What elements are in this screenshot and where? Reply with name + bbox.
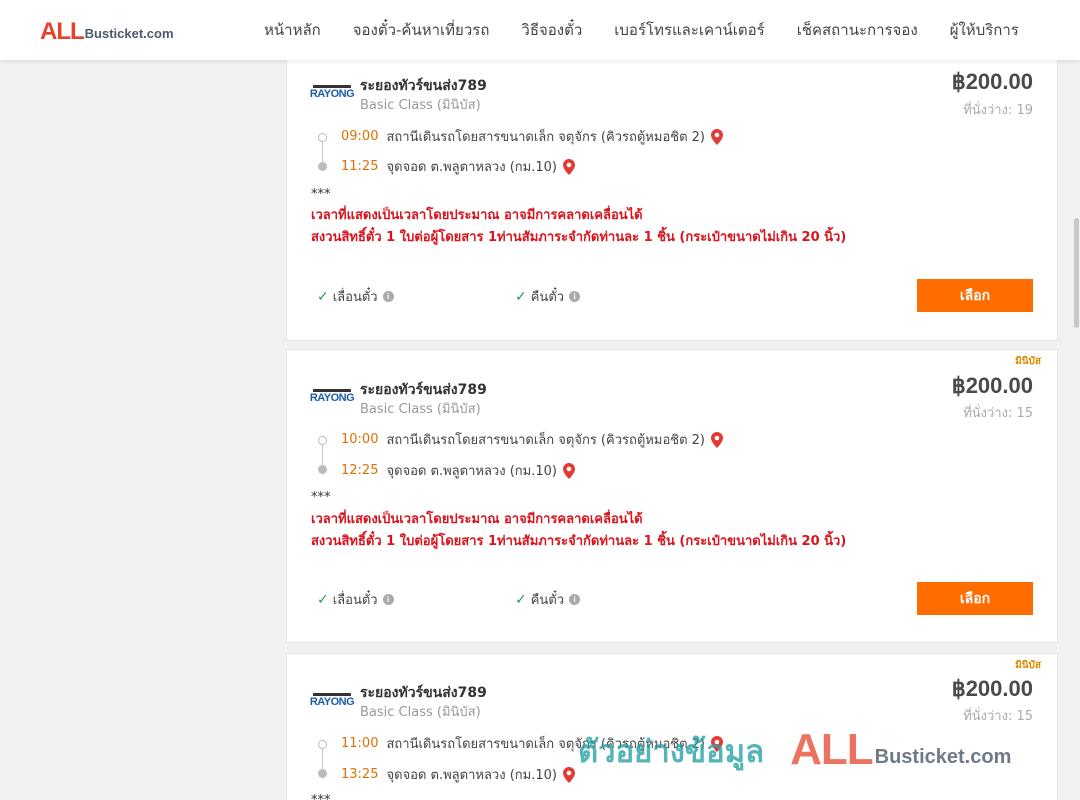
map-pin-icon[interactable] (562, 766, 575, 783)
check-icon: ✓ (515, 288, 527, 305)
page-scrollbar[interactable] (1072, 60, 1080, 800)
arrival-stop: 13:25 จุดจอด ต.พลูตาหลวง (กม.10) (341, 764, 575, 785)
bus-type-badge: มินิบัส (1015, 660, 1041, 671)
company-logo: RAYONG (310, 693, 355, 711)
map-pin-icon[interactable] (562, 462, 575, 479)
map-pin-icon[interactable] (562, 158, 575, 175)
depart-dot-icon (318, 740, 327, 749)
depart-time: 11:00 (341, 736, 379, 751)
trip-card: RAYONG ระยองทัวร์ขนส่ง789 Basic Class (ม… (286, 58, 1058, 341)
nav-how-to-book[interactable]: วิธีจองตั๋ว (505, 18, 598, 42)
feature-refund-ticket: ✓ คืนตั๋ว i (515, 589, 581, 610)
check-icon: ✓ (515, 591, 527, 608)
trip-card: มินิบัส RAYONG ระยองทัวร์ขนส่ง789 Basic … (286, 653, 1058, 800)
info-icon[interactable]: i (569, 291, 581, 302)
arrive-place: จุดจอด ต.พลูตาหลวง (กม.10) (386, 160, 557, 175)
note-stars: *** (311, 793, 331, 800)
arrive-time: 12:25 (341, 463, 379, 478)
feature-change-ticket: ✓ เลื่อนตั๋ว i (317, 286, 394, 307)
scrollbar-thumb[interactable] (1074, 218, 1079, 328)
trip-card: มินิบัส RAYONG ระยองทัวร์ขนส่ง789 Basic … (286, 349, 1058, 643)
watermark-thai-text: ตัวอย่างข้อมูล (578, 734, 765, 770)
nav-book-search[interactable]: จองตั๋ว-ค้นหาเที่ยวรถ (337, 18, 506, 42)
bus-class: Basic Class (มินิบัส) (360, 98, 481, 113)
nav-operators[interactable]: ผู้ให้บริการ (934, 18, 1035, 42)
arrive-dot-icon (318, 769, 327, 778)
notice-luggage: สงวนสิทธิ์ตั๋ว 1 ใบต่อผู้โดยสาร 1ท่านสัม… (311, 230, 847, 245)
depart-place: สถานีเดินรถโดยสารขนาดเล็ก จตุจักร (คิวรถ… (386, 433, 705, 448)
notice-time: เวลาที่แสดงเป็นเวลาโดยประมาณ อาจมีการคลา… (311, 208, 643, 223)
trip-price: ฿200.00 (951, 676, 1033, 701)
check-icon: ✓ (317, 591, 329, 608)
seats-available: ที่นั่งว่าง: 15 (963, 709, 1033, 724)
feature-change-ticket: ✓ เลื่อนตั๋ว i (317, 589, 394, 610)
depart-dot-icon (318, 436, 327, 445)
arrive-dot-icon (318, 465, 327, 474)
arrive-place: จุดจอด ต.พลูตาหลวง (กม.10) (386, 464, 557, 479)
map-pin-icon[interactable] (711, 128, 723, 145)
nav-home[interactable]: หน้าหลัก (248, 18, 337, 42)
select-trip-button[interactable]: เลือก (917, 582, 1033, 615)
logo-all-text: ALL (40, 18, 85, 45)
bus-class: Basic Class (มินิบัส) (360, 402, 481, 417)
trip-price: ฿200.00 (951, 373, 1033, 398)
site-header: ALL Busticket.com หน้าหลัก จองตั๋ว-ค้นหา… (0, 0, 1080, 60)
note-stars: *** (311, 187, 331, 202)
seats-available: ที่นั่งว่าง: 15 (963, 406, 1033, 421)
check-icon: ✓ (317, 288, 329, 305)
main-nav: หน้าหลัก จองตั๋ว-ค้นหาเที่ยวรถ วิธีจองตั… (248, 0, 1035, 60)
logo-rest-text: Busticket.com (84, 26, 174, 41)
map-pin-icon[interactable] (711, 431, 723, 448)
arrive-time: 13:25 (341, 767, 379, 782)
feature-refund-ticket: ✓ คืนตั๋ว i (515, 286, 581, 307)
nav-contact-counter[interactable]: เบอร์โทรและเคาน์เตอร์ (598, 18, 780, 42)
notice-time: เวลาที่แสดงเป็นเวลาโดยประมาณ อาจมีการคลา… (311, 512, 643, 527)
sample-watermark: ตัวอย่างข้อมูล ALL Busticket.com (578, 728, 1011, 772)
watermark-all-text: ALL (790, 725, 874, 774)
depart-place: สถานีเดินรถโดยสารขนาดเล็ก จตุจักร (คิวรถ… (386, 130, 705, 145)
site-logo[interactable]: ALL Busticket.com (40, 18, 174, 44)
company-logo: RAYONG (310, 85, 355, 103)
arrival-stop: 12:25 จุดจอด ต.พลูตาหลวง (กม.10) (341, 460, 575, 481)
departure-stop: 09:00 สถานีเดินรถโดยสารขนาดเล็ก จตุจักร … (341, 126, 723, 147)
company-logo: RAYONG (310, 389, 355, 407)
select-trip-button[interactable]: เลือก (917, 279, 1033, 312)
info-icon[interactable]: i (382, 594, 394, 605)
nav-check-status[interactable]: เช็คสถานะการจอง (781, 18, 934, 42)
bus-type-badge: มินิบัส (1015, 356, 1041, 367)
arrive-dot-icon (318, 162, 327, 171)
note-stars: *** (311, 490, 331, 505)
depart-dot-icon (318, 133, 327, 142)
info-icon[interactable]: i (382, 291, 394, 302)
arrive-place: จุดจอด ต.พลูตาหลวง (กม.10) (386, 768, 557, 783)
depart-time: 10:00 (341, 432, 379, 447)
trip-price: ฿200.00 (951, 69, 1033, 94)
arrival-stop: 11:25 จุดจอด ต.พลูตาหลวง (กม.10) (341, 156, 575, 177)
departure-stop: 10:00 สถานีเดินรถโดยสารขนาดเล็ก จตุจักร … (341, 429, 723, 450)
info-icon[interactable]: i (569, 594, 581, 605)
bus-class: Basic Class (มินิบัส) (360, 705, 481, 720)
watermark-rest-text: Busticket.com (874, 746, 1012, 768)
seats-available: ที่นั่งว่าง: 19 (963, 103, 1033, 118)
notice-luggage: สงวนสิทธิ์ตั๋ว 1 ใบต่อผู้โดยสาร 1ท่านสัม… (311, 534, 847, 549)
arrive-time: 11:25 (341, 159, 379, 174)
depart-time: 09:00 (341, 129, 379, 144)
